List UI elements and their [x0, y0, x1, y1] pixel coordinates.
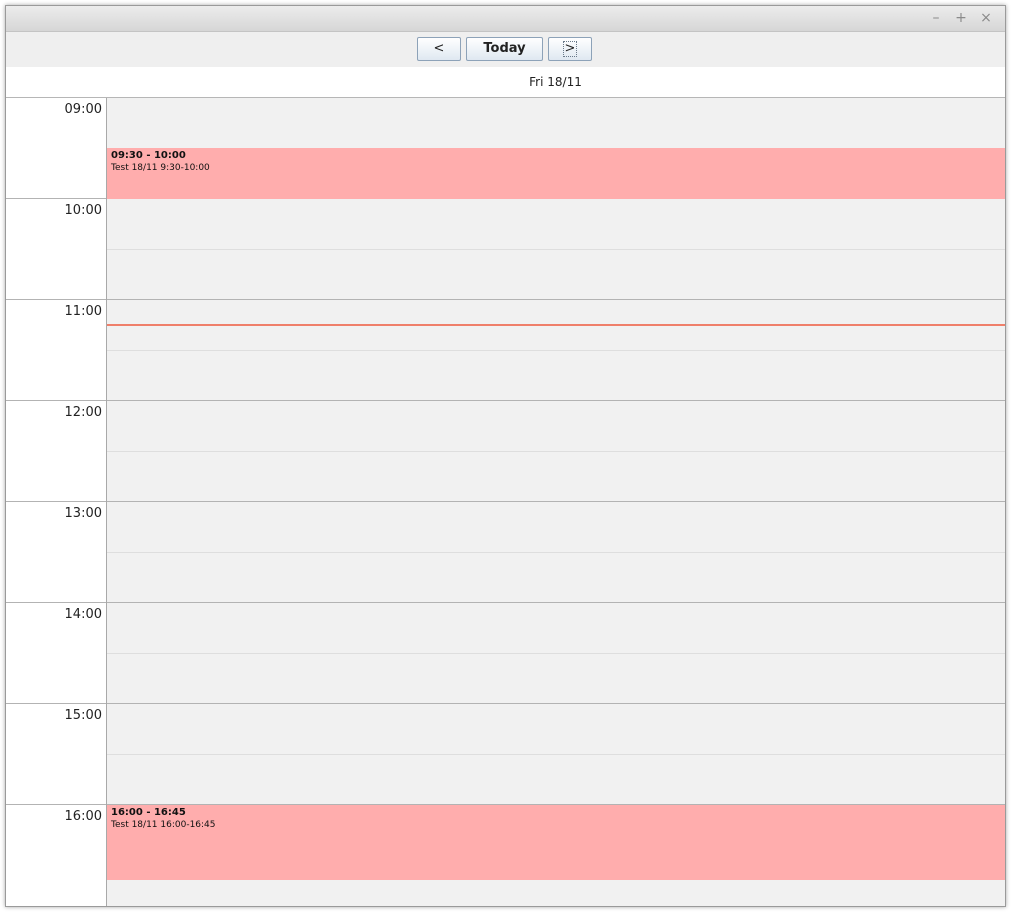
calendar-event[interactable]: 09:30 - 10:00 Test 18/11 9:30-10:00	[107, 148, 1005, 199]
event-time: 09:30 - 10:00	[111, 150, 186, 161]
next-day-button-label: >	[562, 41, 578, 57]
hour-divider	[6, 602, 106, 603]
hour-line	[107, 703, 1005, 704]
next-day-button[interactable]: >	[548, 37, 592, 61]
maximize-icon[interactable]: +	[952, 9, 970, 27]
current-time-line	[107, 324, 1005, 326]
half-hour-line	[107, 552, 1005, 553]
half-hour-line	[107, 653, 1005, 654]
hour-line	[107, 400, 1005, 401]
title-bar[interactable]: – + ×	[6, 6, 1005, 32]
event-title: Test 18/11 9:30-10:00	[111, 163, 210, 173]
hour-divider	[6, 501, 106, 502]
day-grid[interactable]: 09:30 - 10:00 Test 18/11 9:30-10:00 16:0…	[107, 98, 1005, 906]
hour-label: 16:00	[64, 809, 102, 824]
event-time: 16:00 - 16:45	[111, 807, 186, 818]
hour-label: 13:00	[64, 506, 102, 521]
hour-label: 15:00	[64, 708, 102, 723]
hour-divider	[6, 703, 106, 704]
previous-day-button[interactable]: <	[417, 37, 461, 61]
time-column: 09:00 10:00 11:00 12:00 13:00 14:00 15:0…	[6, 98, 107, 906]
navigation-toolbar: < Today >	[6, 32, 1005, 67]
today-button[interactable]: Today	[466, 37, 543, 61]
half-hour-line	[107, 451, 1005, 452]
hour-label: 09:00	[64, 102, 102, 117]
hour-line	[107, 501, 1005, 502]
calendar-event[interactable]: 16:00 - 16:45 Test 18/11 16:00-16:45	[107, 805, 1005, 880]
hour-divider	[6, 198, 106, 199]
hour-divider	[6, 299, 106, 300]
hour-label: 12:00	[64, 405, 102, 420]
day-header-label: Fri 18/11	[529, 75, 582, 89]
hour-label: 11:00	[64, 304, 102, 319]
calendar-window: – + × < Today > Fri 18/11 09:00 10:00 11…	[5, 5, 1006, 907]
half-hour-line	[107, 249, 1005, 250]
half-hour-line	[107, 350, 1005, 351]
hour-divider	[6, 804, 106, 805]
hour-line	[107, 299, 1005, 300]
hour-label: 10:00	[64, 203, 102, 218]
close-icon[interactable]: ×	[977, 9, 995, 27]
minimize-icon[interactable]: –	[927, 9, 945, 27]
day-header: Fri 18/11	[6, 67, 1005, 98]
hour-label: 14:00	[64, 607, 102, 622]
half-hour-line	[107, 754, 1005, 755]
hour-line	[107, 602, 1005, 603]
hour-divider	[6, 400, 106, 401]
event-title: Test 18/11 16:00-16:45	[111, 820, 216, 830]
